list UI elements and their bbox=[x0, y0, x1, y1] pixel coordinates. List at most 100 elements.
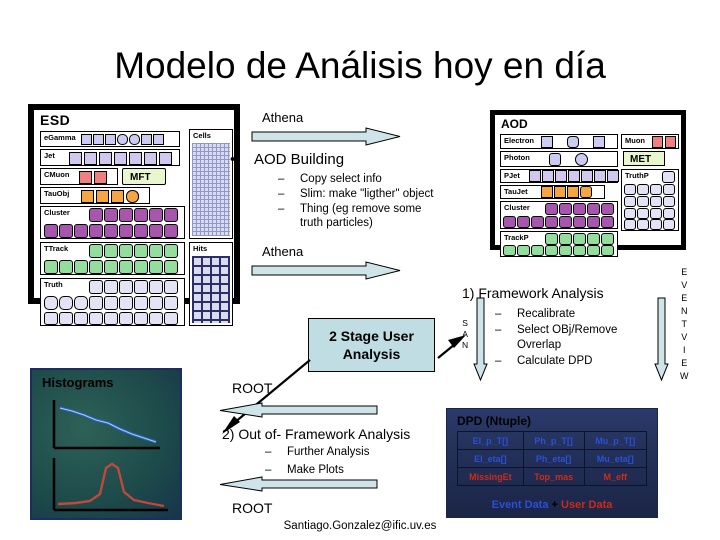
arrow-down-eventview bbox=[654, 297, 669, 382]
aod-row-label: Photon bbox=[504, 153, 530, 162]
bullet-aod-building-label: AOD Building bbox=[254, 151, 345, 168]
framework-analysis-heading: 1) Framework Analysis bbox=[462, 285, 604, 301]
sub-thing: – Thing (eg remove some bbox=[278, 203, 421, 215]
sub-thing-cont: truth particles) bbox=[300, 217, 373, 229]
sub-label: Calculate DPD bbox=[517, 355, 593, 367]
aod-row-cells bbox=[541, 186, 592, 198]
aod-row-label: Cluster bbox=[504, 203, 530, 212]
esd-row-jet: Jet bbox=[40, 149, 180, 166]
stage-box-connectors bbox=[222, 335, 466, 434]
dpd-cell: Mu_eta[] bbox=[583, 449, 648, 468]
bullet-aod-building: • AOD Building bbox=[230, 151, 344, 168]
esd-title: ESD bbox=[40, 112, 71, 128]
dash-marker: – bbox=[495, 324, 502, 336]
dpd-title: DPD (Ntuple) bbox=[457, 414, 531, 428]
slide-canvas: Modelo de Análisis hoy en día ESD eGamma… bbox=[0, 0, 720, 540]
sub-label: Slim: make "ligther" object bbox=[300, 188, 434, 200]
aod-row-truthp: TruthP bbox=[621, 169, 679, 231]
esd-row-cells bbox=[89, 244, 178, 258]
aod-row-label: PJet bbox=[504, 171, 520, 180]
esd-row-label: Truth bbox=[44, 280, 63, 289]
sub-label: Recalibrate bbox=[517, 308, 576, 320]
aod-row-label: MET bbox=[630, 154, 652, 165]
dash-marker: – bbox=[265, 464, 272, 476]
aod-row-cells bbox=[545, 203, 614, 215]
esd-panel-hits: Hits bbox=[189, 242, 233, 326]
aod-row-cells bbox=[624, 196, 675, 207]
sub-label: Make Plots bbox=[287, 464, 344, 476]
aod-row-cells bbox=[529, 170, 619, 182]
dpd-cell: Mu_p_T[] bbox=[583, 431, 648, 450]
dpd-legend-event: Event Data bbox=[491, 499, 549, 511]
esd-row-label: CMuon bbox=[44, 170, 70, 179]
esd-row-label: Jet bbox=[44, 151, 55, 160]
aod-row-cells bbox=[652, 136, 676, 148]
page-title: Modelo de Análisis hoy en día bbox=[114, 45, 606, 86]
aod-row-cluster: Cluster bbox=[500, 201, 618, 229]
eventview-vertical-label: EVENTVIEW bbox=[680, 267, 689, 381]
sub-label: Select OBj/Remove bbox=[517, 324, 618, 336]
dash-marker: – bbox=[495, 355, 502, 367]
aod-row-cells bbox=[624, 208, 675, 219]
label-root-top: ROOT bbox=[232, 380, 273, 396]
esd-panel-cells: Cells bbox=[189, 129, 233, 239]
aod-row-met: MET bbox=[623, 151, 665, 166]
dash-marker: – bbox=[278, 173, 285, 185]
sub-copy-select-info: – Copy select info bbox=[278, 173, 382, 185]
dpd-cell: El_p_T[] bbox=[457, 431, 524, 450]
arrow-right-top bbox=[251, 127, 401, 146]
cells-grid-texture bbox=[192, 143, 230, 236]
dash-marker: – bbox=[278, 203, 285, 215]
dpd-cell: Ph_eta[] bbox=[522, 449, 585, 468]
aod-row-label: TruthP bbox=[625, 171, 649, 180]
esd-row-mft: MFT bbox=[122, 168, 166, 185]
sub-slim: – Slim: make "ligther" object bbox=[278, 188, 433, 200]
dpd-legend-plus: + bbox=[551, 499, 558, 511]
aod-inner-panel: AOD Electron Muon Photon MET PJet TauJet… bbox=[494, 114, 682, 257]
sub-calculate-dpd: – Calculate DPD bbox=[495, 355, 592, 367]
dpd-cell: MissingEt bbox=[457, 467, 524, 486]
esd-row-cells bbox=[44, 260, 178, 274]
dash-marker: – bbox=[495, 308, 502, 320]
sub-overlap: Ovrerlap bbox=[517, 339, 562, 351]
arrow-left-upper bbox=[219, 402, 378, 418]
arrow-right-second bbox=[251, 261, 401, 280]
histogram-plot-decreasing bbox=[52, 400, 160, 450]
histograms-box: Histograms bbox=[30, 368, 182, 520]
dpd-table: El_p_T[] Ph_p_T[] Mu_p_T[] El_eta[] Ph_e… bbox=[457, 431, 648, 486]
esd-row-cluster: Cluster bbox=[40, 206, 185, 239]
esd-row-cells bbox=[69, 152, 172, 165]
sub-label: Further Analysis bbox=[287, 446, 370, 458]
dash-marker: – bbox=[278, 188, 285, 200]
san-vertical-label: SAN bbox=[462, 318, 469, 350]
esd-row-cells bbox=[89, 208, 178, 222]
esd-inner-panel: ESD eGamma Jet CMuon MFT TauObj Cluster … bbox=[33, 109, 235, 326]
dpd-cell: Ph_p_T[] bbox=[522, 431, 585, 450]
dash-marker: – bbox=[265, 446, 272, 458]
esd-row-cells bbox=[81, 190, 139, 203]
esd-row-label: Cluster bbox=[44, 208, 70, 217]
aod-row-cells bbox=[503, 216, 614, 228]
arrow-down-san bbox=[473, 297, 488, 382]
out-of-framework-heading: 2) Out of- Framework Analysis bbox=[222, 426, 411, 442]
dpd-cell: M_eff bbox=[583, 467, 648, 486]
table-row: MissingEt Top_mas M_eff bbox=[457, 467, 648, 486]
aod-row-taujet: TauJet bbox=[500, 185, 605, 199]
sub-recalibrate: – Recalibrate bbox=[495, 308, 575, 320]
esd-row-cells bbox=[81, 133, 164, 145]
esd-row-tauobj: TauObj bbox=[40, 187, 150, 204]
aod-row-cells bbox=[541, 136, 605, 148]
sub-further-analysis: – Further Analysis bbox=[265, 446, 369, 458]
aod-row-cells bbox=[624, 219, 675, 230]
esd-row-cells bbox=[79, 171, 107, 184]
aod-row-electron: Electron bbox=[500, 134, 618, 149]
label-athena-bottom: Athena bbox=[262, 244, 304, 259]
esd-diagram: ESD eGamma Jet CMuon MFT TauObj Cluster … bbox=[28, 104, 240, 326]
aod-row-trackp: TrackP bbox=[500, 231, 618, 257]
aod-row-label: TauJet bbox=[504, 187, 528, 196]
esd-row-cells bbox=[44, 224, 178, 238]
aod-row-label: TrackP bbox=[504, 233, 529, 242]
aod-row-label: Electron bbox=[504, 136, 535, 145]
dpd-legend: Event Data + User Data bbox=[447, 499, 657, 511]
esd-row-label: MFT bbox=[130, 172, 151, 183]
